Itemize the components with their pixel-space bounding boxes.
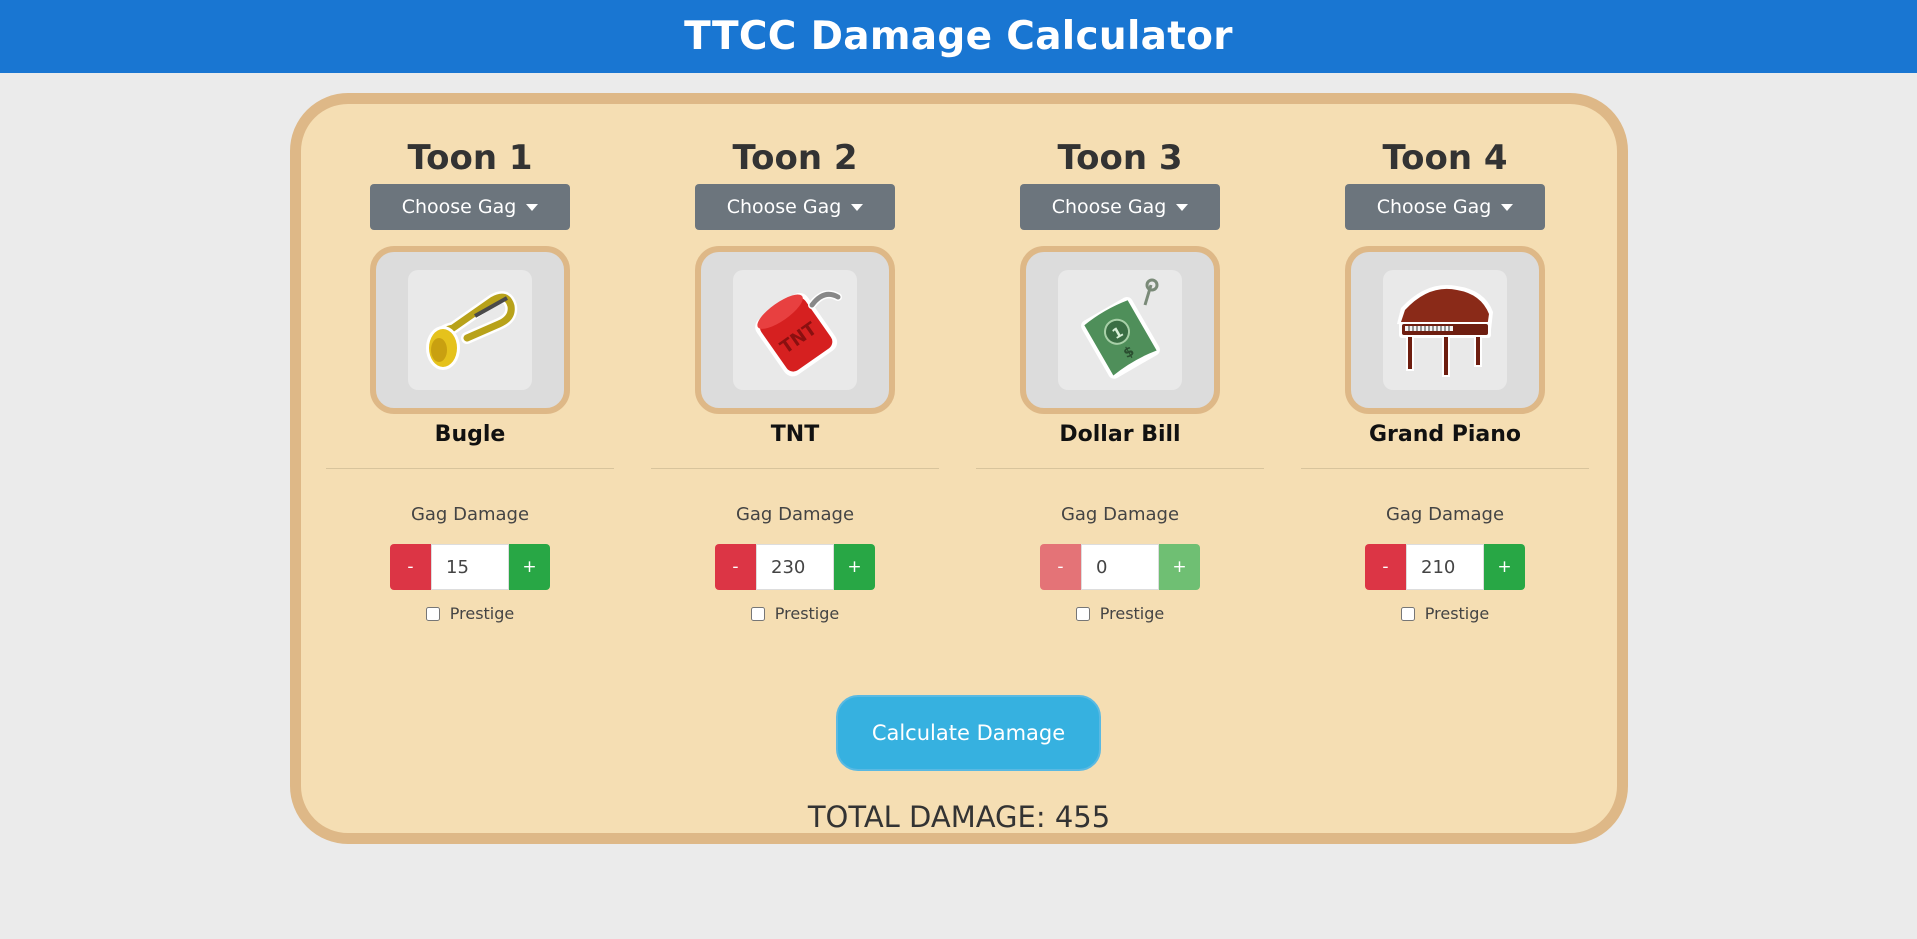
prestige-checkbox[interactable] xyxy=(1075,606,1090,621)
toon-title: Toon 1 xyxy=(407,138,533,178)
damage-input[interactable] xyxy=(431,544,509,590)
divider xyxy=(1301,468,1589,469)
prestige-checkbox[interactable] xyxy=(750,606,765,621)
caret-down-icon xyxy=(1501,203,1514,211)
toon-title: Toon 3 xyxy=(1057,138,1183,178)
prestige-option: Prestige xyxy=(326,604,614,623)
divider xyxy=(976,468,1264,469)
calculate-damage-button[interactable]: Calculate Damage xyxy=(836,695,1101,771)
prestige-label: Prestige xyxy=(1424,604,1490,623)
toon-column-4: Toon 4 Choose Gag Grand Piano Gag Damage… xyxy=(1301,104,1589,624)
tnt-icon: TNT xyxy=(733,270,857,390)
gag-name: Dollar Bill xyxy=(1059,422,1181,447)
damage-stepper: - + xyxy=(715,544,875,590)
choose-gag-dropdown[interactable]: Choose Gag xyxy=(1020,184,1220,230)
choose-gag-label: Choose Gag xyxy=(1376,196,1492,218)
divider xyxy=(326,468,614,469)
choose-gag-label: Choose Gag xyxy=(401,196,517,218)
increase-damage-button[interactable]: + xyxy=(509,544,550,590)
gag-name: Grand Piano xyxy=(1368,422,1522,447)
toon-column-3: Toon 3 Choose Gag 1 $ Dollar Bill Gag Da… xyxy=(976,104,1264,624)
gag-damage-label: Gag Damage xyxy=(735,504,855,525)
increase-damage-button[interactable]: + xyxy=(834,544,875,590)
prestige-checkbox[interactable] xyxy=(1400,606,1415,621)
increase-damage-button[interactable]: + xyxy=(1159,544,1200,590)
damage-input[interactable] xyxy=(756,544,834,590)
increase-damage-button[interactable]: + xyxy=(1484,544,1525,590)
total-damage: TOTAL DAMAGE: 455 xyxy=(807,800,1111,834)
toon-title: Toon 4 xyxy=(1382,138,1508,178)
bugle-icon xyxy=(408,270,532,390)
caret-down-icon xyxy=(526,203,539,211)
damage-stepper: - + xyxy=(390,544,550,590)
prestige-label: Prestige xyxy=(1099,604,1165,623)
damage-stepper: - + xyxy=(1365,544,1525,590)
caret-down-icon xyxy=(1176,203,1189,211)
divider xyxy=(651,468,939,469)
prestige-checkbox[interactable] xyxy=(425,606,440,621)
prestige-option: Prestige xyxy=(976,604,1264,623)
gag-damage-label: Gag Damage xyxy=(1060,504,1180,525)
decrease-damage-button[interactable]: - xyxy=(390,544,431,590)
choose-gag-dropdown[interactable]: Choose Gag xyxy=(695,184,895,230)
prestige-label: Prestige xyxy=(774,604,840,623)
decrease-damage-button[interactable]: - xyxy=(715,544,756,590)
gag-image-frame xyxy=(370,246,570,414)
choose-gag-label: Choose Gag xyxy=(1051,196,1167,218)
gag-name: TNT xyxy=(770,422,820,447)
damage-input[interactable] xyxy=(1081,544,1159,590)
gag-damage-label: Gag Damage xyxy=(1385,504,1505,525)
calculator-panel: Toon 1 Choose Gag Bugle Gag Damage - 15 … xyxy=(290,93,1628,844)
gag-image-frame: TNT xyxy=(695,246,895,414)
header-bar: TTCC Damage Calculator xyxy=(0,0,1917,73)
gag-damage-label: Gag Damage xyxy=(410,504,530,525)
choose-gag-label: Choose Gag xyxy=(726,196,842,218)
toon-column-1: Toon 1 Choose Gag Bugle Gag Damage - 15 … xyxy=(326,104,614,624)
damage-stepper: - + xyxy=(1040,544,1200,590)
toon-title: Toon 2 xyxy=(732,138,858,178)
gag-name: Bugle xyxy=(434,422,506,447)
choose-gag-dropdown[interactable]: Choose Gag xyxy=(1345,184,1545,230)
damage-input[interactable] xyxy=(1406,544,1484,590)
decrease-damage-button[interactable]: - xyxy=(1365,544,1406,590)
grand-piano-icon xyxy=(1383,270,1507,390)
gag-image-frame xyxy=(1345,246,1545,414)
prestige-option: Prestige xyxy=(1301,604,1589,623)
prestige-label: Prestige xyxy=(449,604,515,623)
dollar-bill-icon: 1 $ xyxy=(1058,270,1182,390)
decrease-damage-button[interactable]: - xyxy=(1040,544,1081,590)
caret-down-icon xyxy=(851,203,864,211)
gag-image-frame: 1 $ xyxy=(1020,246,1220,414)
toon-column-2: Toon 2 Choose Gag TNT TNT Gag Damage - 2… xyxy=(651,104,939,624)
page-title: TTCC Damage Calculator xyxy=(684,14,1233,59)
prestige-option: Prestige xyxy=(651,604,939,623)
choose-gag-dropdown[interactable]: Choose Gag xyxy=(370,184,570,230)
